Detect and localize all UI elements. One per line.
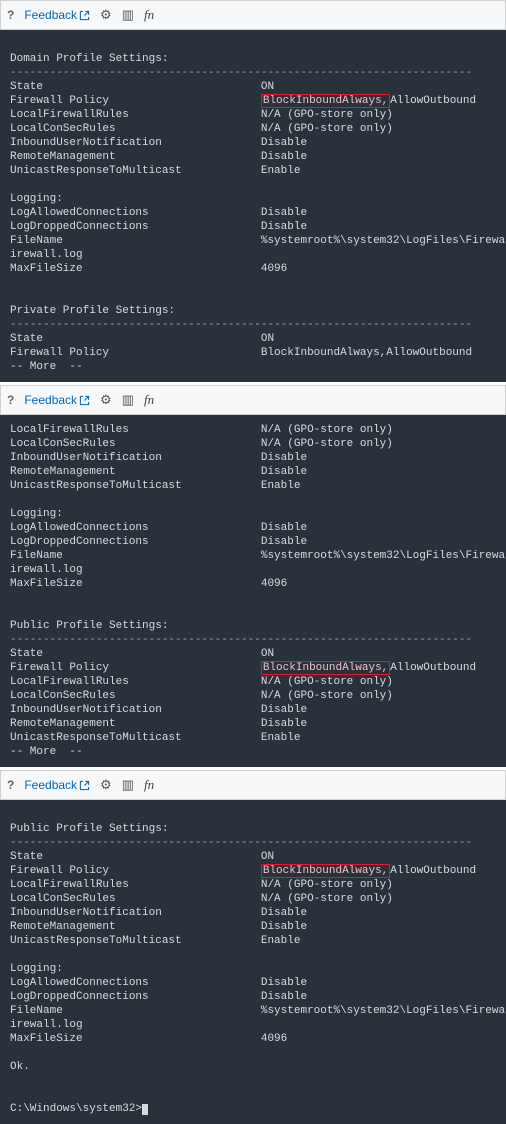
toolbar: ? Feedback ⚙ ▥ fn: [0, 0, 506, 30]
help-icon[interactable]: ?: [7, 778, 14, 792]
row: RemoteManagement Disable: [10, 151, 307, 163]
terminal-output: Public Profile Settings: ---------------…: [0, 800, 506, 1124]
row: Logging:: [10, 963, 63, 975]
row: InboundUserNotification Disable: [10, 452, 307, 464]
feedback-link[interactable]: Feedback: [24, 393, 90, 407]
toolbar: ? Feedback ⚙ ▥ fn: [0, 385, 506, 415]
columns-icon[interactable]: ▥: [122, 7, 134, 23]
row: Logging:: [10, 193, 63, 205]
ok-line: Ok.: [10, 1061, 30, 1073]
row: LocalConSecRules N/A (GPO-store only): [10, 690, 393, 702]
highlighted-value: BlockInboundAlways,: [261, 864, 390, 878]
row: irewall.log: [10, 1019, 83, 1031]
gear-icon[interactable]: ⚙: [100, 7, 112, 23]
columns-icon[interactable]: ▥: [122, 777, 134, 793]
help-icon[interactable]: ?: [7, 8, 14, 22]
row: LocalConSecRules N/A (GPO-store only): [10, 893, 393, 905]
toolbar: ? Feedback ⚙ ▥ fn: [0, 770, 506, 800]
row: LogAllowedConnections Disable: [10, 977, 307, 989]
feedback-label: Feedback: [24, 393, 77, 407]
row: InboundUserNotification Disable: [10, 137, 307, 149]
section-header: Public Profile Settings:: [10, 823, 168, 835]
feedback-link[interactable]: Feedback: [24, 778, 90, 792]
row: Logging:: [10, 508, 63, 520]
highlighted-value: BlockInboundAlways,: [261, 661, 390, 675]
row: FileName %systemroot%\system32\LogFiles\…: [10, 550, 506, 562]
divider: ----------------------------------------…: [10, 319, 472, 331]
row: Firewall Policy BlockInboundAlways,Allow…: [10, 661, 476, 675]
section-header: Domain Profile Settings:: [10, 53, 168, 65]
row: irewall.log: [10, 249, 83, 261]
help-icon[interactable]: ?: [7, 393, 14, 407]
fn-button[interactable]: fn: [144, 777, 154, 793]
cursor: [142, 1104, 148, 1115]
divider: ----------------------------------------…: [10, 837, 472, 849]
row: FileName %systemroot%\system32\LogFiles\…: [10, 235, 506, 247]
feedback-link[interactable]: Feedback: [24, 8, 90, 22]
row: Firewall Policy BlockInboundAlways,Allow…: [10, 347, 472, 359]
columns-icon[interactable]: ▥: [122, 392, 134, 408]
external-link-icon: [79, 10, 90, 21]
row: UnicastResponseToMulticast Enable: [10, 732, 300, 744]
row: FileName %systemroot%\system32\LogFiles\…: [10, 1005, 506, 1017]
row: LocalFirewallRules N/A (GPO-store only): [10, 676, 393, 688]
row: UnicastResponseToMulticast Enable: [10, 480, 300, 492]
row: LocalConSecRules N/A (GPO-store only): [10, 123, 393, 135]
row: InboundUserNotification Disable: [10, 704, 307, 716]
row: LogAllowedConnections Disable: [10, 207, 307, 219]
section-header: Public Profile Settings:: [10, 620, 168, 632]
row: RemoteManagement Disable: [10, 921, 307, 933]
more-indicator: -- More --: [10, 746, 83, 758]
row: UnicastResponseToMulticast Enable: [10, 165, 300, 177]
feedback-label: Feedback: [24, 8, 77, 22]
row: State ON: [10, 333, 274, 345]
row: LocalFirewallRules N/A (GPO-store only): [10, 424, 393, 436]
row: MaxFileSize 4096: [10, 263, 287, 275]
row: UnicastResponseToMulticast Enable: [10, 935, 300, 947]
external-link-icon: [79, 780, 90, 791]
row: LocalFirewallRules N/A (GPO-store only): [10, 879, 393, 891]
row: RemoteManagement Disable: [10, 718, 307, 730]
row: InboundUserNotification Disable: [10, 907, 307, 919]
row: Firewall Policy BlockInboundAlways,Allow…: [10, 864, 476, 878]
row: State ON: [10, 851, 274, 863]
row: MaxFileSize 4096: [10, 578, 287, 590]
gear-icon[interactable]: ⚙: [100, 392, 112, 408]
gear-icon[interactable]: ⚙: [100, 777, 112, 793]
divider: ----------------------------------------…: [10, 634, 472, 646]
divider: ----------------------------------------…: [10, 67, 472, 79]
row: MaxFileSize 4096: [10, 1033, 287, 1045]
fn-button[interactable]: fn: [144, 392, 154, 408]
row: LocalConSecRules N/A (GPO-store only): [10, 438, 393, 450]
row: LogAllowedConnections Disable: [10, 522, 307, 534]
row: RemoteManagement Disable: [10, 466, 307, 478]
more-indicator: -- More --: [10, 361, 83, 373]
prompt-line[interactable]: C:\Windows\system32>: [10, 1103, 148, 1115]
row: irewall.log: [10, 564, 83, 576]
fn-button[interactable]: fn: [144, 7, 154, 23]
external-link-icon: [79, 395, 90, 406]
row: LogDroppedConnections Disable: [10, 991, 307, 1003]
row: State ON: [10, 648, 274, 660]
row: Firewall Policy BlockInboundAlways,Allow…: [10, 94, 476, 108]
highlighted-value: BlockInboundAlways,: [261, 94, 390, 108]
terminal-output: LocalFirewallRules N/A (GPO-store only) …: [0, 415, 506, 767]
row: LocalFirewallRules N/A (GPO-store only): [10, 109, 393, 121]
feedback-label: Feedback: [24, 778, 77, 792]
row: LogDroppedConnections Disable: [10, 221, 307, 233]
row: LogDroppedConnections Disable: [10, 536, 307, 548]
row: State ON: [10, 81, 274, 93]
section-header: Private Profile Settings:: [10, 305, 175, 317]
terminal-output: Domain Profile Settings: ---------------…: [0, 30, 506, 382]
